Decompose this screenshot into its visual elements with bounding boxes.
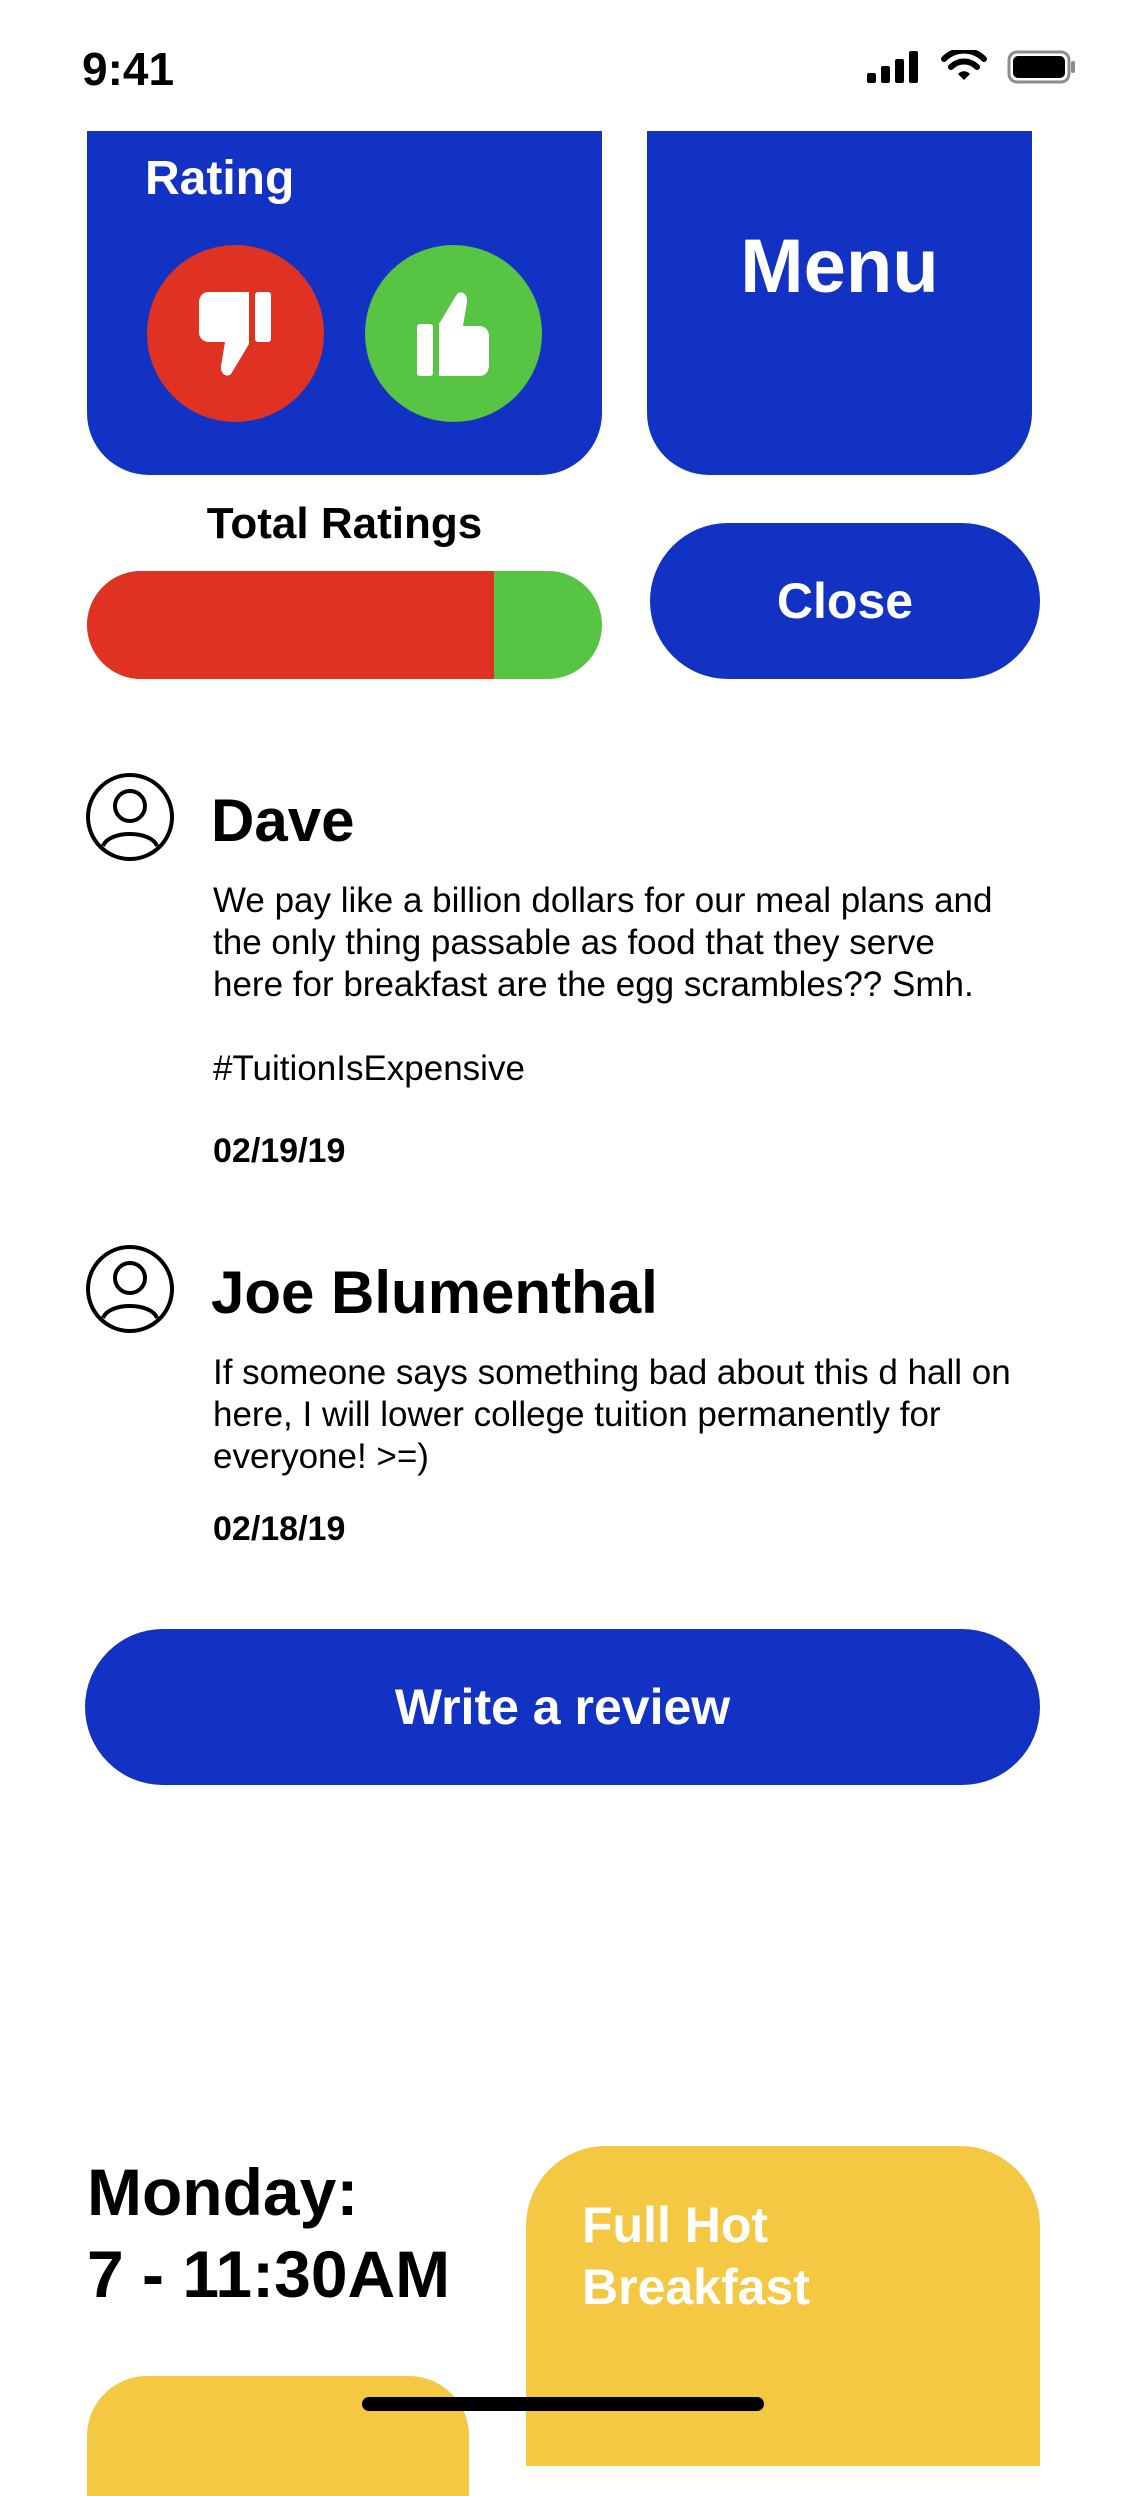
ratings-bar bbox=[87, 571, 602, 679]
user-avatar-icon bbox=[86, 773, 174, 861]
home-indicator[interactable] bbox=[362, 2397, 764, 2411]
review-date: 02/18/19 bbox=[213, 1510, 346, 1548]
thumbs-down-button[interactable] bbox=[147, 245, 324, 422]
write-review-button[interactable]: Write a review bbox=[85, 1629, 1040, 1785]
battery-icon bbox=[1007, 50, 1075, 84]
thumbs-up-icon bbox=[416, 291, 489, 376]
user-avatar-icon bbox=[86, 1245, 174, 1333]
review-item: Dave We pay like a billion dollars for o… bbox=[85, 772, 1045, 1172]
hours: Monday: 7 - 11:30AM bbox=[87, 2151, 450, 2315]
status-time: 9:41 bbox=[82, 43, 175, 95]
thumbs-down-icon bbox=[198, 291, 271, 376]
menu-label: Menu bbox=[740, 223, 939, 309]
meal-label-line: Full Hot bbox=[582, 2197, 769, 2253]
review-author: Dave bbox=[211, 787, 355, 854]
meal-label-line: Breakfast bbox=[582, 2259, 810, 2315]
thumbs-up-button[interactable] bbox=[365, 245, 542, 422]
review-text-line: here for breakfast are the egg scrambles… bbox=[213, 965, 974, 1004]
review-text-line: We pay like a billion dollars for our me… bbox=[213, 881, 993, 920]
rating-card: Rating bbox=[87, 131, 602, 475]
review-text: If someone says something bad about this… bbox=[213, 1352, 1045, 1478]
meal-card-secondary[interactable] bbox=[87, 2376, 469, 2496]
wifi-icon bbox=[941, 50, 987, 80]
rating-title: Rating bbox=[145, 152, 295, 205]
hours-day: Monday: bbox=[87, 2155, 359, 2229]
review-text-line: the only thing passable as food that the… bbox=[213, 923, 935, 962]
review-text-line: If someone says something bad about this… bbox=[213, 1353, 1011, 1392]
menu-card[interactable]: Menu bbox=[647, 131, 1032, 475]
review-text-line: everyone! >=) bbox=[213, 1437, 429, 1476]
meal-card[interactable]: Full Hot Breakfast bbox=[526, 2146, 1040, 2466]
signal-icon bbox=[867, 51, 918, 83]
hours-time: 7 - 11:30AM bbox=[87, 2237, 451, 2311]
close-button[interactable]: Close bbox=[650, 523, 1040, 679]
total-ratings-label: Total Ratings bbox=[206, 499, 483, 548]
status-icons bbox=[867, 50, 1077, 84]
review-author: Joe Blumenthal bbox=[211, 1259, 658, 1326]
review-item: Joe Blumenthal If someone says something… bbox=[85, 1244, 1045, 1564]
review-date: 02/19/19 bbox=[213, 1132, 346, 1170]
review-text: We pay like a billion dollars for our me… bbox=[213, 880, 1045, 1090]
ratings-bar-negative bbox=[87, 571, 494, 679]
meal-label: Full Hot Breakfast bbox=[582, 2194, 810, 2318]
review-hashtag: #TuitionIsExpensive bbox=[213, 1049, 525, 1088]
review-text-line: here, I will lower college tuition perma… bbox=[213, 1395, 941, 1434]
